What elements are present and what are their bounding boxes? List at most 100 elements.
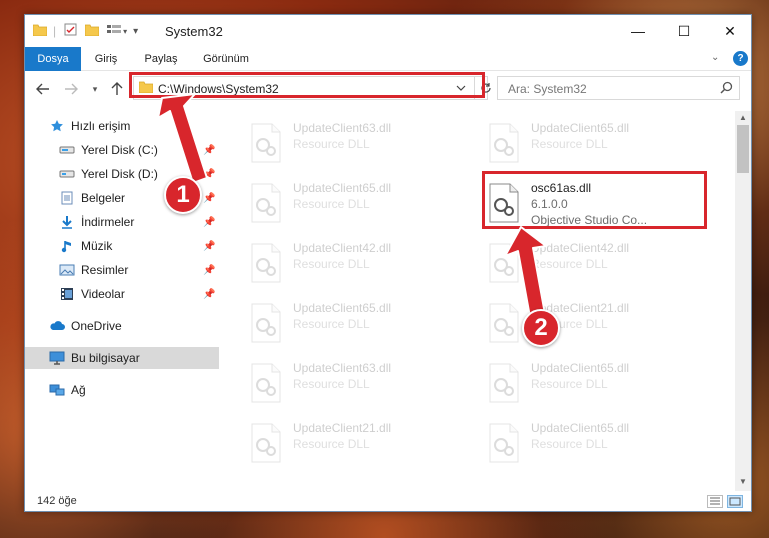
- sidebar-item-label: Belgeler: [81, 191, 126, 205]
- maximize-button[interactable]: ☐: [661, 15, 707, 47]
- new-folder-icon[interactable]: [84, 24, 100, 39]
- file-type: Resource DLL: [293, 197, 370, 211]
- ribbon-expand-icon[interactable]: ⌄: [711, 52, 719, 63]
- tab-home[interactable]: Giriş: [85, 47, 127, 71]
- file-name: UpdateClient42.dll: [531, 241, 630, 255]
- list-item[interactable]: UpdateClient65.dll Resource DLL: [459, 115, 689, 171]
- ribbon-tabs: Dosya Giriş Paylaş Görünüm ⌄ ?: [25, 47, 751, 71]
- file-highlight: [482, 171, 707, 229]
- sidebar-item-label: Videolar: [81, 287, 125, 301]
- sidebar-item-label: İndirmeler: [81, 215, 135, 229]
- search-icon[interactable]: [720, 81, 733, 97]
- help-icon[interactable]: ?: [733, 51, 748, 66]
- list-item[interactable]: UpdateClient65.dll Resource DLL: [221, 295, 451, 351]
- star-icon: [49, 118, 65, 134]
- dll-file-icon: [249, 363, 283, 403]
- sidebar-item-local-disk-c[interactable]: Yerel Disk (C:) 📌: [25, 139, 219, 161]
- list-item[interactable]: UpdateClient42.dll Resource DLL: [459, 235, 689, 291]
- drive-icon: [59, 166, 75, 182]
- sidebar-item-label: OneDrive: [71, 319, 122, 333]
- recent-locations-icon[interactable]: ▾: [85, 79, 105, 99]
- sidebar-item-label: Müzik: [81, 239, 113, 253]
- search-box[interactable]: Ara: System32: [497, 76, 740, 100]
- pin-icon: 📌: [203, 216, 216, 228]
- qa-menu-icon[interactable]: ▾: [133, 26, 138, 37]
- dll-file-icon: [249, 183, 283, 223]
- details-view-icon[interactable]: [707, 495, 723, 508]
- dll-file-icon: [487, 123, 521, 163]
- dll-file-icon: [487, 243, 521, 283]
- videos-icon: [59, 286, 75, 302]
- file-name: UpdateClient63.dll: [293, 361, 392, 375]
- dll-file-icon: [487, 363, 521, 403]
- tab-share[interactable]: Paylaş: [137, 47, 185, 71]
- window-title: System32: [165, 24, 223, 39]
- dll-file-icon: [249, 423, 283, 463]
- scroll-down-icon[interactable]: ▼: [737, 476, 749, 488]
- large-icons-view-icon[interactable]: [727, 495, 743, 508]
- downloads-icon: [59, 214, 75, 230]
- sidebar-item-onedrive[interactable]: OneDrive: [25, 315, 219, 337]
- list-item[interactable]: UpdateClient65.dll Resource DLL: [459, 355, 689, 411]
- file-name: UpdateClient65.dll: [531, 361, 630, 375]
- pin-icon: 📌: [203, 192, 216, 204]
- list-item[interactable]: UpdateClient21.dll Resource DLL: [221, 415, 451, 471]
- sidebar-item-music[interactable]: Müzik 📌: [25, 235, 219, 257]
- layout-icon[interactable]: [107, 24, 122, 39]
- list-item[interactable]: UpdateClient42.dll Resource DLL: [221, 235, 451, 291]
- network-icon: [49, 382, 65, 398]
- vertical-scrollbar[interactable]: ▲ ▼: [735, 111, 751, 491]
- scrollbar-thumb[interactable]: [737, 125, 749, 173]
- dll-file-icon: [249, 303, 283, 343]
- sidebar-item-videos[interactable]: Videolar 📌: [25, 283, 219, 305]
- pin-icon: 📌: [203, 168, 216, 180]
- file-name: UpdateClient21.dll: [293, 421, 392, 435]
- file-type: Resource DLL: [293, 437, 370, 451]
- properties-icon[interactable]: [64, 23, 77, 39]
- dll-file-icon: [249, 123, 283, 163]
- sidebar-item-label: Hızlı erişim: [71, 119, 131, 133]
- list-item[interactable]: UpdateClient63.dll Resource DLL: [221, 355, 451, 411]
- file-name: UpdateClient42.dll: [293, 241, 392, 255]
- documents-icon: [59, 190, 75, 206]
- sidebar-item-downloads[interactable]: İndirmeler 📌: [25, 211, 219, 233]
- file-type: Resource DLL: [531, 437, 608, 451]
- qa-divider: |: [53, 24, 57, 38]
- list-item[interactable]: UpdateClient65.dll Resource DLL: [221, 175, 451, 231]
- file-type: Resource DLL: [531, 257, 608, 271]
- dll-file-icon: [487, 303, 521, 343]
- folder-icon: [32, 24, 48, 39]
- list-item[interactable]: UpdateClient65.dll Resource DLL: [459, 415, 689, 471]
- search-input[interactable]: Ara: System32: [508, 82, 587, 96]
- sidebar-item-label: Yerel Disk (D:): [81, 167, 158, 181]
- forward-button[interactable]: [61, 79, 81, 99]
- tab-view[interactable]: Görünüm: [195, 47, 257, 71]
- back-button[interactable]: [33, 79, 53, 99]
- pin-icon: 📌: [203, 144, 216, 156]
- address-highlight: [129, 72, 485, 98]
- file-name: UpdateClient65.dll: [293, 301, 392, 315]
- file-name: UpdateClient65.dll: [531, 421, 630, 435]
- sidebar-item-this-pc[interactable]: Bu bilgisayar: [25, 347, 219, 369]
- sidebar-item-network[interactable]: Ağ: [25, 379, 219, 401]
- file-type: Resource DLL: [293, 137, 370, 151]
- sidebar-item-quick-access[interactable]: Hızlı erişim: [25, 115, 219, 137]
- tab-file[interactable]: Dosya: [25, 47, 81, 71]
- sidebar-item-pictures[interactable]: Resimler 📌: [25, 259, 219, 281]
- up-button[interactable]: [107, 79, 127, 99]
- title-bar: | ▾ ▾ System32 — ☐ ✕: [25, 15, 751, 47]
- file-name: UpdateClient63.dll: [293, 121, 392, 135]
- scroll-up-icon[interactable]: ▲: [737, 112, 749, 124]
- pictures-icon: [59, 262, 75, 278]
- sidebar-item-label: Ağ: [71, 383, 86, 397]
- close-button[interactable]: ✕: [707, 15, 753, 47]
- list-item[interactable]: UpdateClient21.dll Resource DLL: [459, 295, 689, 351]
- file-type: Resource DLL: [531, 377, 608, 391]
- minimize-button[interactable]: —: [615, 15, 661, 47]
- dll-file-icon: [487, 423, 521, 463]
- step-2-callout: 2: [522, 309, 560, 347]
- file-type: Resource DLL: [293, 377, 370, 391]
- list-item[interactable]: UpdateClient63.dll Resource DLL: [221, 115, 451, 171]
- file-name: UpdateClient65.dll: [531, 121, 630, 135]
- customize-dropdown-icon[interactable]: ▾: [123, 27, 127, 36]
